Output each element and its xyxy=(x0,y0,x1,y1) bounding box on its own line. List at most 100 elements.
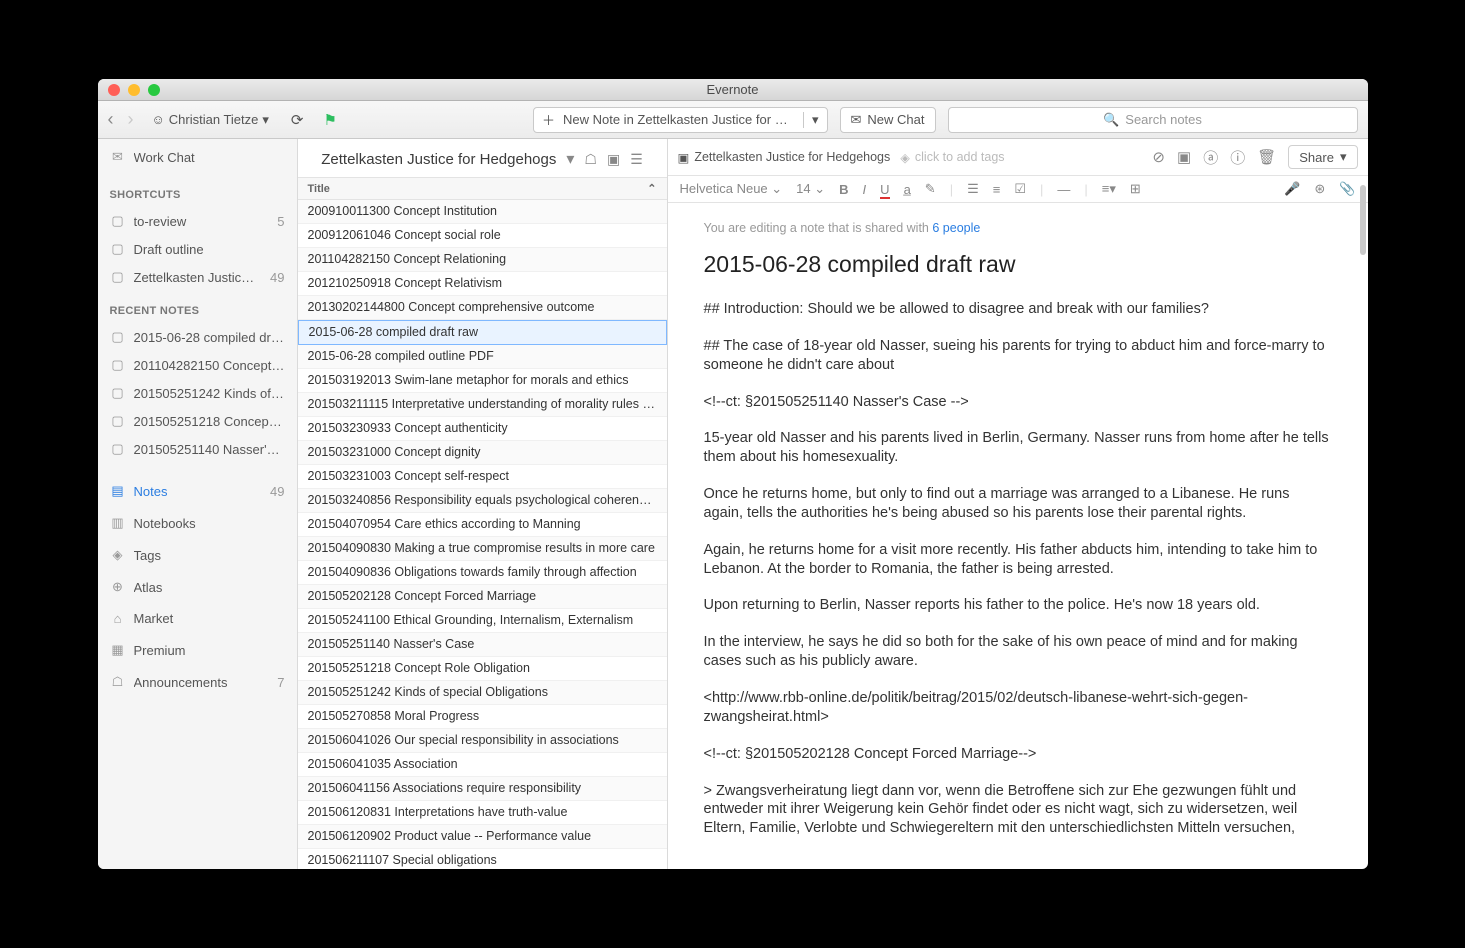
note-paragraph[interactable]: Again, he returns home for a visit more … xyxy=(704,541,1332,579)
chevron-down-icon[interactable]: ▾ xyxy=(566,149,574,169)
sidebar-recent-note[interactable]: ▢201505251140 Nasser's Case xyxy=(98,435,297,463)
note-paragraph[interactable]: <!--ct: §201505251140 Nasser's Case --> xyxy=(704,393,1332,412)
info-icon[interactable]: ⓘ xyxy=(1230,147,1245,168)
forward-button[interactable]: › xyxy=(128,109,134,130)
font-size-selector[interactable]: 14 ⌄ xyxy=(796,181,825,197)
sidebar-recent-note[interactable]: ▢201505251218 Concept Rol… xyxy=(98,407,297,435)
bullet-list-button[interactable]: ☰ xyxy=(967,181,979,197)
note-list-row[interactable]: 201503231000 Concept dignity xyxy=(298,441,667,465)
activity-icon[interactable]: ⚑ xyxy=(319,107,340,133)
note-list-row[interactable]: 201504090830 Making a true compromise re… xyxy=(298,537,667,561)
sidebar-nav-market[interactable]: ⌂Market xyxy=(98,603,297,634)
note-paragraph[interactable]: In the interview, he says he did so both… xyxy=(704,633,1332,671)
sidebar-shortcut[interactable]: ▢to-review5 xyxy=(98,207,297,235)
note-list-row[interactable]: 201503211115 Interpretative understandin… xyxy=(298,393,667,417)
note-paragraph[interactable]: > Zwangsverheiratung liegt dann vor, wen… xyxy=(704,782,1332,839)
toolbar: ‹ › ☺ Christian Tietze ▾ ⟳ ⚑ ＋ New Note … xyxy=(98,101,1368,139)
note-icon: ▢ xyxy=(110,385,126,401)
sidebar-work-chat[interactable]: ✉ Work Chat xyxy=(98,139,297,175)
present-icon[interactable]: ▣ xyxy=(1177,148,1191,166)
view-options-icon[interactable]: ☰ xyxy=(630,151,643,168)
note-list-row[interactable]: 201503240856 Responsibility equals psych… xyxy=(298,489,667,513)
scrollbar[interactable] xyxy=(1360,185,1366,255)
sidebar-nav-notes[interactable]: ▤Notes49 xyxy=(98,475,297,507)
note-paragraph[interactable]: Upon returning to Berlin, Nasser reports… xyxy=(704,596,1332,615)
note-list-row[interactable]: 201506120902 Product value -- Performanc… xyxy=(298,825,667,849)
note-list-row[interactable]: 201506120831 Interpretations have truth-… xyxy=(298,801,667,825)
reminder-icon[interactable]: ⊘ xyxy=(1152,148,1165,166)
highlight-button[interactable]: ✎ xyxy=(925,181,936,197)
checklist-button[interactable]: ☑ xyxy=(1014,181,1026,197)
column-header[interactable]: Title ⌃ xyxy=(298,178,667,200)
new-chat-button[interactable]: ✉ New Chat xyxy=(840,107,936,133)
align-button[interactable]: ≡▾ xyxy=(1102,181,1116,197)
note-list-row[interactable]: 201505251140 Nasser's Case xyxy=(298,633,667,657)
note-body[interactable]: You are editing a note that is shared wi… xyxy=(668,203,1368,869)
note-paragraph[interactable]: ## Introduction: Should we be allowed to… xyxy=(704,300,1332,319)
sidebar-nav-notebooks[interactable]: ▥Notebooks xyxy=(98,507,297,539)
sidebar-recent-note[interactable]: ▢2015-06-28 compiled draft raw xyxy=(98,323,297,351)
note-paragraph[interactable]: 15-year old Nasser and his parents lived… xyxy=(704,429,1332,467)
note-list-row[interactable]: 201506041035 Association xyxy=(298,753,667,777)
table-button[interactable]: ⊞ xyxy=(1130,181,1141,197)
sidebar-nav-atlas[interactable]: ⊕Atlas xyxy=(98,571,297,603)
hr-button[interactable]: — xyxy=(1057,182,1070,197)
note-list-row[interactable]: 201505251242 Kinds of special Obligation… xyxy=(298,681,667,705)
note-list-row[interactable]: 201505202128 Concept Forced Marriage xyxy=(298,585,667,609)
note-list-row[interactable]: 201504070954 Care ethics according to Ma… xyxy=(298,513,667,537)
note-list-row[interactable]: 201503231003 Concept self-respect xyxy=(298,465,667,489)
note-list-row[interactable]: 2015-06-28 compiled draft raw xyxy=(298,320,667,345)
present-icon[interactable]: ▣ xyxy=(607,151,620,168)
note-list-row[interactable]: 201506041026 Our special responsibility … xyxy=(298,729,667,753)
note-list-row[interactable]: 201210250918 Concept Relativism xyxy=(298,272,667,296)
sync-icon[interactable]: ⟳ xyxy=(287,107,308,133)
sidebar-shortcut[interactable]: ▢Zettelkasten Justice for…49 xyxy=(98,263,297,291)
note-list-row[interactable]: 201503192013 Swim-lane metaphor for mora… xyxy=(298,369,667,393)
color-button[interactable]: a̲ xyxy=(904,182,911,197)
sidebar-recent-note[interactable]: ▢201104282150 Concept Rel… xyxy=(98,351,297,379)
tags-field[interactable]: ◈ click to add tags xyxy=(900,150,1004,165)
sidebar-recent-note[interactable]: ▢201505251242 Kinds of spe… xyxy=(98,379,297,407)
note-list-row[interactable]: 201104282150 Concept Relationing xyxy=(298,248,667,272)
note-list-row[interactable]: 2015-06-28 compiled outline PDF xyxy=(298,345,667,369)
notebook-selector[interactable]: ▣ Zettelkasten Justice for Hedgehogs xyxy=(678,150,891,165)
numbered-list-button[interactable]: ≡ xyxy=(993,182,1001,197)
microphone-icon[interactable]: 🎤 xyxy=(1284,181,1300,197)
note-paragraph[interactable]: <http://www.rbb-online.de/politik/beitra… xyxy=(704,689,1332,727)
note-list-row[interactable]: 20130202144800 Concept comprehensive out… xyxy=(298,296,667,320)
attach-icon[interactable]: 📎 xyxy=(1339,181,1355,197)
new-note-button[interactable]: ＋ New Note in Zettelkasten Justice for H… xyxy=(533,107,828,133)
shared-people-link[interactable]: 6 people xyxy=(932,221,980,235)
annotate-icon[interactable]: ⓐ xyxy=(1203,147,1218,168)
note-list-row[interactable]: 200912061046 Concept social role xyxy=(298,224,667,248)
note-title[interactable]: 2015-06-28 compiled draft raw xyxy=(704,251,1332,278)
note-list-row[interactable]: 201505241100 Ethical Grounding, Internal… xyxy=(298,609,667,633)
note-list-row[interactable]: 201503230933 Concept authenticity xyxy=(298,417,667,441)
note-paragraph[interactable]: Once he returns home, but only to find o… xyxy=(704,485,1332,523)
search-input[interactable]: 🔍 Search notes xyxy=(948,107,1358,133)
sidebar-nav-tags[interactable]: ◈Tags xyxy=(98,539,297,571)
font-selector[interactable]: Helvetica Neue ⌄ xyxy=(680,181,783,197)
note-list-row[interactable]: 201504090836 Obligations towards family … xyxy=(298,561,667,585)
note-list-row[interactable]: 201506041156 Associations require respon… xyxy=(298,777,667,801)
account-menu[interactable]: ☺ Christian Tietze ▾ xyxy=(146,110,275,130)
note-list-row[interactable]: 200910011300 Concept Institution xyxy=(298,200,667,224)
sidebar-nav-premium[interactable]: ▦Premium xyxy=(98,634,297,666)
sidebar-shortcut[interactable]: ▢Draft outline xyxy=(98,235,297,263)
italic-button[interactable]: I xyxy=(863,182,867,197)
note-list-row[interactable]: 201506211107 Special obligations xyxy=(298,849,667,869)
share-button[interactable]: Share ▾ xyxy=(1288,145,1357,169)
note-paragraph[interactable]: ## The case of 18-year old Nasser, suein… xyxy=(704,337,1332,375)
camera-icon[interactable]: ⊛ xyxy=(1314,181,1325,197)
sidebar-nav-announcements[interactable]: ☖Announcements7 xyxy=(98,666,297,698)
format-toolbar: Helvetica Neue ⌄ 14 ⌄ B I U a̲ ✎ | ☰ ≡ ☑… xyxy=(668,176,1368,203)
note-list-row[interactable]: 201505270858 Moral Progress xyxy=(298,705,667,729)
note-paragraph[interactable]: <!--ct: §201505202128 Concept Forced Mar… xyxy=(704,745,1332,764)
reminders-icon[interactable]: ☖ xyxy=(584,151,597,168)
underline-button[interactable]: U xyxy=(880,182,889,197)
note-list-row[interactable]: 201505251218 Concept Role Obligation xyxy=(298,657,667,681)
trash-icon[interactable]: 🗑 xyxy=(1257,148,1276,166)
new-note-dropdown[interactable]: ▾ xyxy=(803,112,827,128)
back-button[interactable]: ‹ xyxy=(108,109,114,130)
bold-button[interactable]: B xyxy=(839,182,848,197)
